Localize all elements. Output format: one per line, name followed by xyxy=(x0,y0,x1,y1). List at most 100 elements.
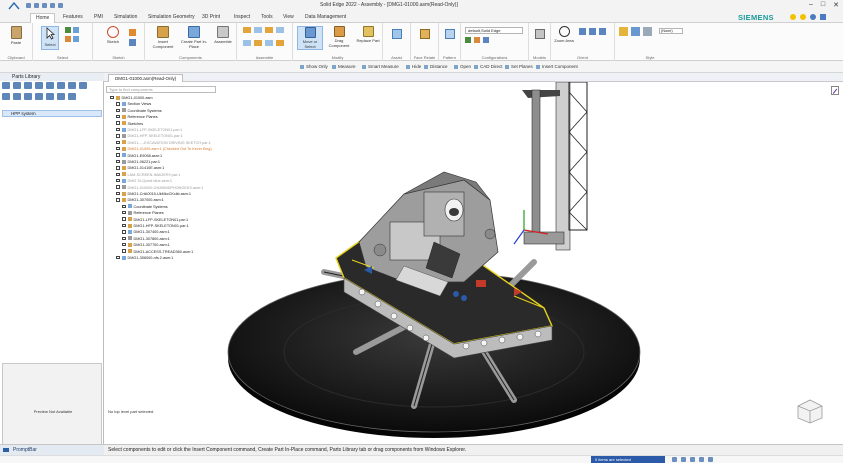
tree-item[interactable]: Reference Planes xyxy=(116,114,158,120)
visibility-checkbox[interactable] xyxy=(110,95,114,100)
tab-pmi[interactable]: PMI xyxy=(94,14,103,20)
visibility-checkbox[interactable] xyxy=(122,230,126,234)
rotate-icon[interactable] xyxy=(699,457,704,462)
rotate-icon[interactable] xyxy=(599,28,606,35)
visibility-checkbox[interactable] xyxy=(122,236,126,241)
select-tool-icon[interactable] xyxy=(65,36,71,42)
tab-home[interactable]: Home xyxy=(30,13,56,23)
tips-icon[interactable] xyxy=(790,14,796,20)
visibility-checkbox[interactable] xyxy=(116,185,120,189)
view-cube-icon[interactable] xyxy=(796,398,824,424)
component-search-input[interactable]: Type to find components xyxy=(106,86,216,93)
relationship-icon[interactable] xyxy=(243,27,251,33)
maximize-button[interactable]: □ xyxy=(821,1,825,9)
view-icon[interactable] xyxy=(24,82,32,89)
tree-item[interactable]: DMG1-...-EXCAVATION DRIVING SKETCH.par:1 xyxy=(116,140,211,146)
visibility-checkbox[interactable] xyxy=(116,191,120,196)
view-style-icon[interactable] xyxy=(631,27,640,36)
fit-view-icon[interactable] xyxy=(672,457,677,462)
tree-item[interactable]: DMG1-01410E.asm:1 xyxy=(116,165,164,171)
tree-item[interactable]: DMG1-010000-GHASMDPHONGEKS.asm:1 xyxy=(116,185,203,191)
pan-icon[interactable] xyxy=(690,457,695,462)
visibility-checkbox[interactable] xyxy=(116,102,120,106)
tree-item[interactable]: Section Views xyxy=(116,101,151,107)
tree-item[interactable]: DMG1-HFP-SKELETON01.par:1 xyxy=(122,223,189,229)
config-icon[interactable] xyxy=(483,37,489,43)
visibility-checkbox[interactable] xyxy=(122,223,126,228)
relationship-icon[interactable] xyxy=(265,39,273,46)
set-planes-command[interactable]: Set Planes xyxy=(505,64,533,69)
prompt-bar-label[interactable]: PromptBar xyxy=(0,445,104,455)
visibility-checkbox[interactable] xyxy=(122,204,126,209)
tool-icon[interactable] xyxy=(2,93,10,100)
configuration-dropdown[interactable]: default,Solid Edge xyxy=(465,27,523,34)
tree-item[interactable]: DMG1-01000.asm:1 (Checked Out To Kevin K… xyxy=(116,146,212,152)
relationship-icon[interactable] xyxy=(254,39,262,46)
tree-item[interactable]: DMG1-307700.asm:1 xyxy=(122,242,170,248)
visibility-checkbox[interactable] xyxy=(122,242,126,247)
search-icon[interactable] xyxy=(57,82,65,89)
open-icon[interactable] xyxy=(50,3,55,8)
config-icon[interactable] xyxy=(465,37,471,43)
measure-command[interactable]: Measure xyxy=(332,64,356,69)
tree-item[interactable]: DMG1-06221.par:1 xyxy=(116,159,160,165)
visibility-checkbox[interactable] xyxy=(116,146,120,151)
solid-edge-logo-icon[interactable] xyxy=(8,2,20,11)
insert-component-button[interactable]: Insert Component xyxy=(149,26,177,49)
visibility-checkbox[interactable] xyxy=(116,114,120,119)
tree-item[interactable]: Coordinate Systems xyxy=(122,204,168,210)
close-button[interactable]: ✕ xyxy=(833,1,839,9)
tool-icon[interactable] xyxy=(24,93,32,100)
relationship-icon[interactable] xyxy=(265,27,273,33)
sketch-button[interactable]: Sketch xyxy=(103,26,123,44)
tab-features[interactable]: Features xyxy=(63,14,83,20)
drag-component-button[interactable]: Drag Component xyxy=(325,26,353,48)
tab-3d-print[interactable]: 3D Print xyxy=(202,14,220,20)
tool-icon[interactable] xyxy=(57,93,65,100)
tree-item[interactable]: DMG1-LFP-SKELETON01.par:1 xyxy=(122,217,188,223)
shading-icon[interactable] xyxy=(619,27,628,36)
tree-item[interactable]: Reference Planes xyxy=(122,210,164,216)
tree-item[interactable]: DMG SI-Quest blue.asm:1 xyxy=(116,178,172,184)
tree-item[interactable]: DMG1-307400.asm:1 xyxy=(122,229,170,235)
settings-icon[interactable] xyxy=(820,14,826,20)
tree-item[interactable]: DMG1-E9058.asm:1 xyxy=(116,153,162,159)
select-button[interactable]: Select xyxy=(41,26,59,50)
model-view[interactable] xyxy=(104,82,843,444)
visibility-checkbox[interactable] xyxy=(116,108,120,113)
fit-icon[interactable] xyxy=(579,28,586,35)
pattern-icon[interactable] xyxy=(445,29,455,39)
visibility-icon[interactable] xyxy=(643,27,652,36)
move-or-select-button[interactable]: Move or Select xyxy=(297,26,323,50)
tool-icon[interactable] xyxy=(46,93,54,100)
filter-icon[interactable] xyxy=(46,82,54,89)
options-icon[interactable] xyxy=(68,82,76,89)
select-tool-icon[interactable] xyxy=(73,27,79,33)
undo-icon[interactable] xyxy=(34,3,39,8)
tree-item[interactable]: DMG1-CrtA0015-UkMkcCKcikt.asm:1 xyxy=(116,191,191,197)
save-icon[interactable] xyxy=(26,3,31,8)
tree-item[interactable]: DMG1-306000-nfs.2.asm:1 xyxy=(116,255,173,261)
insert-component-command[interactable]: Insert Component xyxy=(536,64,578,69)
visibility-checkbox[interactable] xyxy=(122,217,126,221)
visibility-checkbox[interactable] xyxy=(116,140,120,145)
distance-command[interactable]: Distance xyxy=(424,64,448,69)
tree-item[interactable]: DMG1-307800.asm:1 xyxy=(122,236,170,242)
tree-item[interactable]: Sketches xyxy=(116,121,143,127)
visibility-checkbox[interactable] xyxy=(116,198,120,202)
tree-item[interactable]: DMG1-LFP-SKELETON01.par:1 xyxy=(116,127,182,133)
zoom-icon[interactable] xyxy=(681,457,686,462)
minimize-button[interactable]: – xyxy=(809,1,813,9)
show-only-command[interactable]: Show Only xyxy=(300,64,328,69)
graphics-viewport[interactable]: Type to find components DMG1-01000.asm Se… xyxy=(104,82,843,444)
visibility-checkbox[interactable] xyxy=(116,172,120,177)
redo-icon[interactable] xyxy=(42,3,47,8)
tab-view[interactable]: View xyxy=(283,14,294,20)
hide-command[interactable]: Hide xyxy=(406,64,421,69)
tree-item[interactable]: DMG1-307000.asm:1 xyxy=(116,197,164,203)
tab-simulation-geometry[interactable]: Simulation Geometry xyxy=(148,14,195,20)
create-part-in-place-button[interactable]: Create Part In-Place xyxy=(179,26,209,49)
edit-document-icon[interactable] xyxy=(831,86,839,95)
models-icon[interactable] xyxy=(535,29,545,39)
paste-button[interactable]: Paste xyxy=(8,26,24,45)
